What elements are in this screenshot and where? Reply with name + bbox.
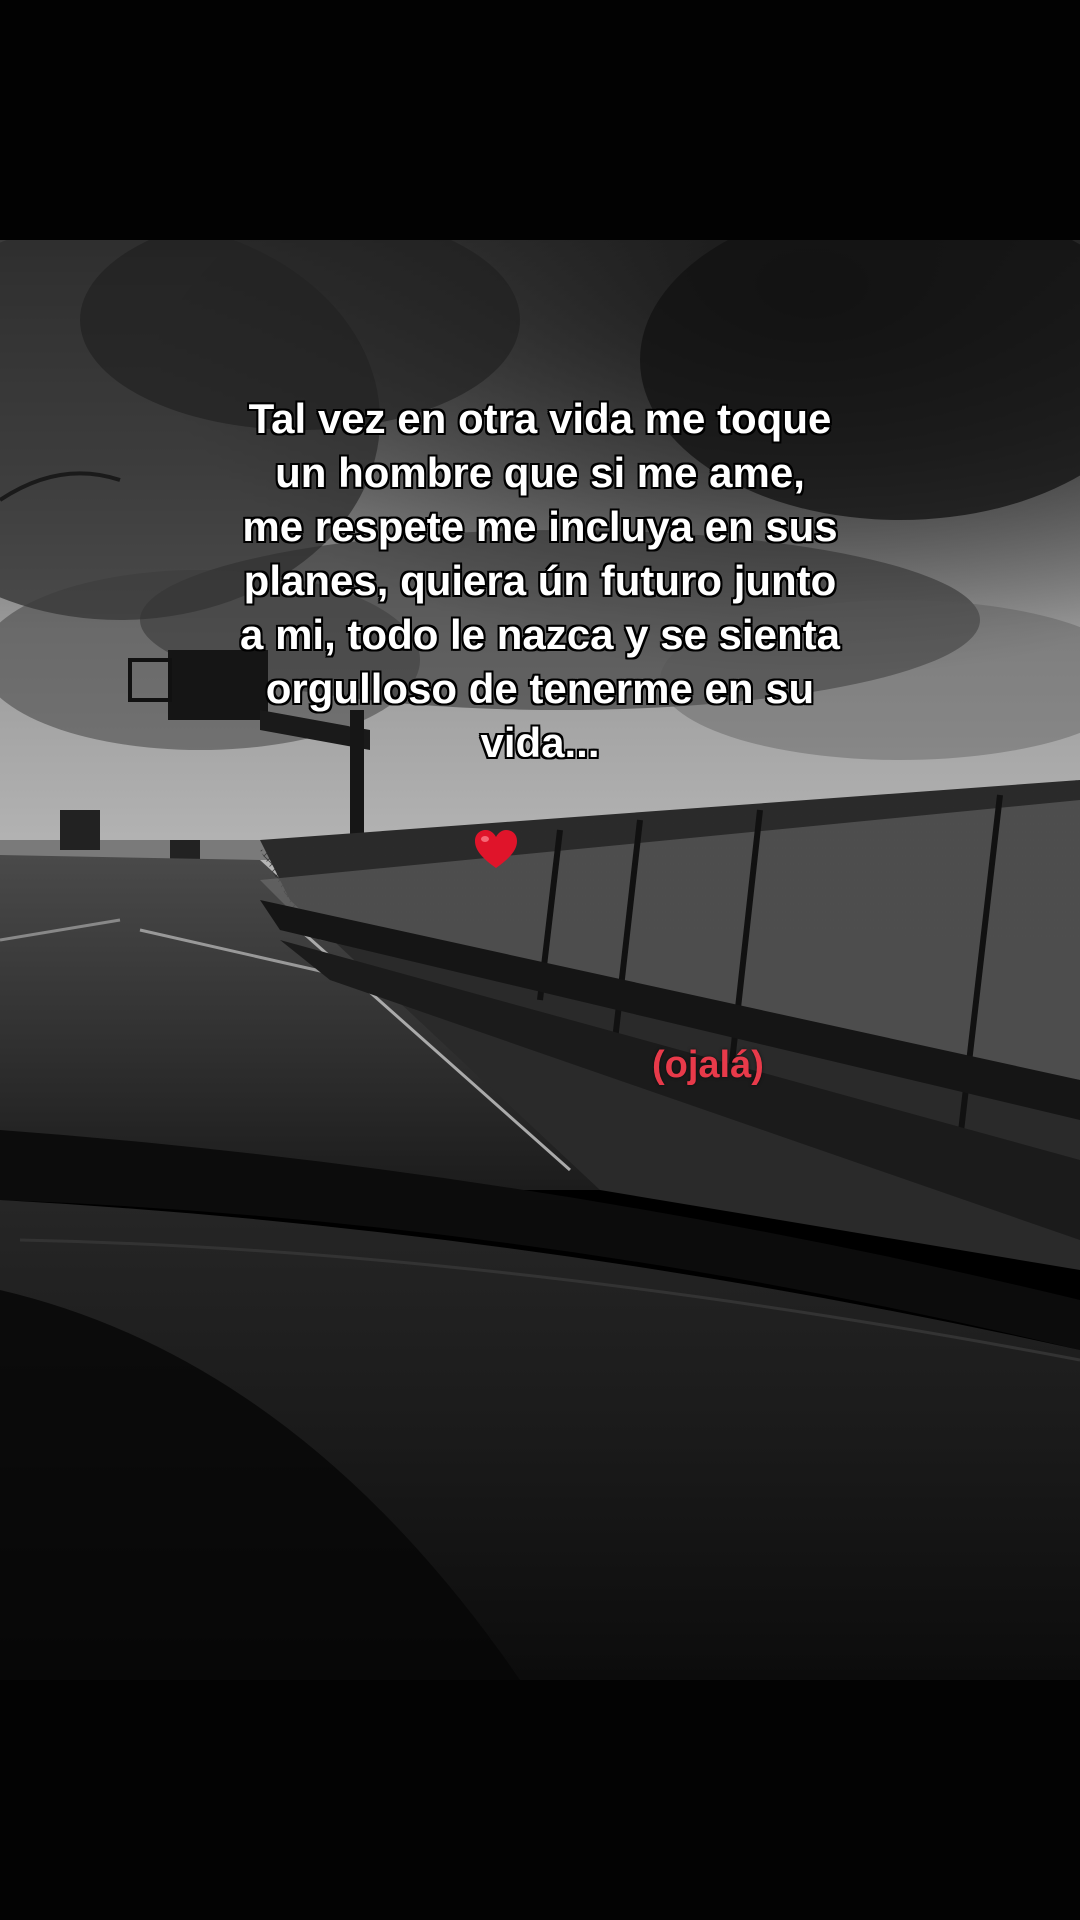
ojala-annotation: (ojalá)	[652, 1044, 764, 1086]
red-heart-icon	[475, 830, 517, 868]
bottom-letterbox	[0, 1680, 1080, 1920]
caption-text: Tal vez en otra vida me toque un hombre …	[240, 395, 840, 766]
top-letterbox	[0, 0, 1080, 240]
